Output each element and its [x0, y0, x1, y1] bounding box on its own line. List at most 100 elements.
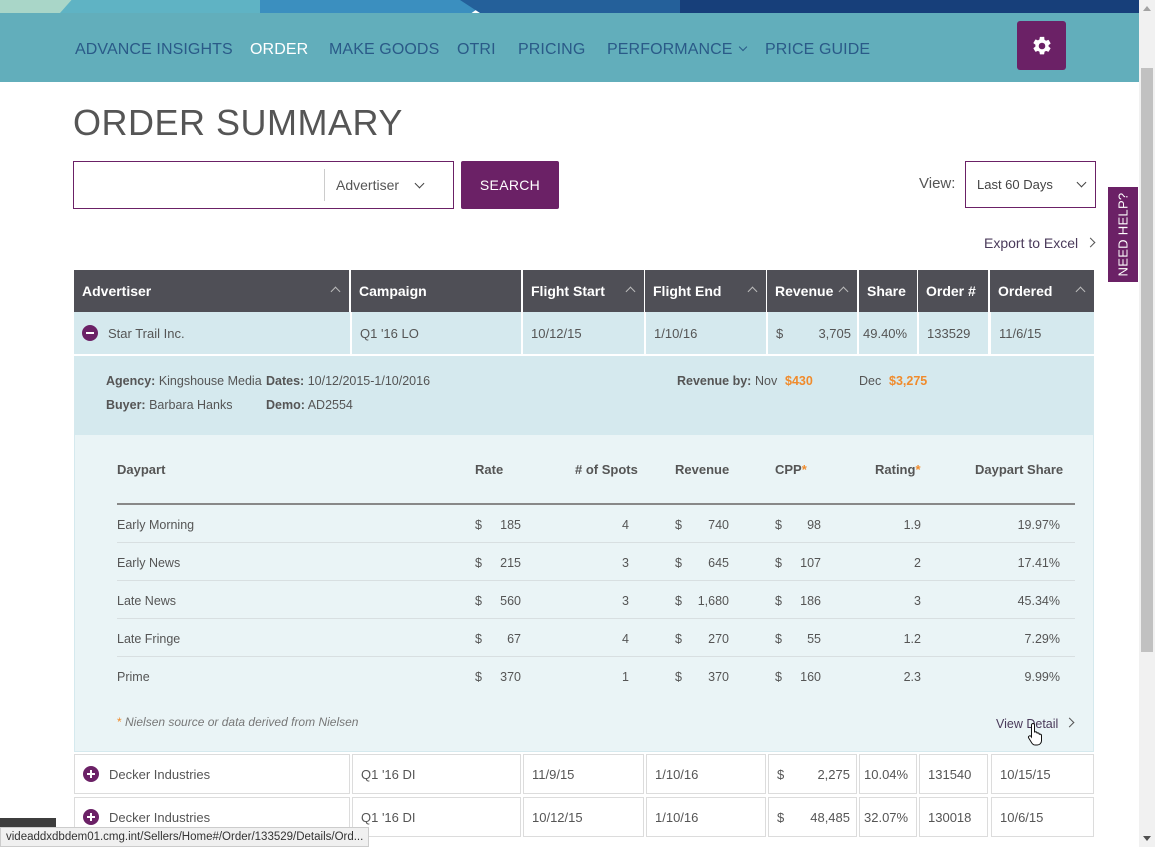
currency-symbol: $	[475, 518, 482, 532]
sort-icon	[838, 286, 849, 297]
daypart-name: Early News	[117, 556, 181, 570]
rev-month-dec: Dec	[859, 374, 882, 388]
chevron-down-icon	[1076, 177, 1087, 188]
agency-info: Agency: Kingshouse Media	[106, 374, 262, 388]
col-header-flight-end[interactable]: Flight End	[645, 270, 766, 312]
search-field-value: Advertiser	[336, 177, 400, 193]
daypart-rating: 1.2	[903, 632, 921, 646]
nav-performance[interactable]: PERFORMANCE	[607, 41, 747, 59]
daypart-revenue: 370	[708, 670, 729, 684]
dp-header-spots: # of Spots	[575, 462, 638, 477]
scroll-down-icon[interactable]	[1143, 836, 1151, 841]
rev-value-dec: $3,275	[889, 374, 928, 388]
revenue-by-label: Revenue by:	[677, 374, 752, 388]
need-help-label: NEED HELP?	[1115, 192, 1131, 277]
nav-order[interactable]: ORDER	[250, 41, 308, 59]
order-detail-summary	[74, 356, 1094, 435]
daypart-cpp: 160	[800, 670, 821, 684]
nav-otri[interactable]: OTRI	[457, 41, 496, 59]
daypart-revenue: 645	[708, 556, 729, 570]
currency-symbol: $	[775, 556, 782, 570]
top-color-stripe	[0, 0, 1139, 13]
cell-order-number: 133529	[919, 312, 988, 354]
collapse-icon[interactable]	[82, 325, 98, 341]
daypart-revenue: 270	[708, 632, 729, 646]
daypart-spots: 3	[622, 594, 629, 608]
expand-icon[interactable]	[83, 809, 99, 825]
advertiser-name: Star Trail Inc.	[108, 325, 185, 341]
col-header-label: Flight End	[653, 283, 722, 299]
currency-symbol: $	[475, 594, 482, 608]
export-label: Export to Excel	[984, 235, 1079, 251]
dates-info: Dates: 10/12/2015-1/10/2016	[266, 374, 431, 388]
currency-symbol: $	[777, 809, 785, 825]
rev-value-nov: $430	[785, 374, 813, 388]
col-header-advertiser[interactable]: Advertiser	[74, 270, 349, 312]
expand-icon[interactable]	[83, 766, 99, 782]
scroll-up-icon[interactable]	[1143, 6, 1151, 11]
dp-header-cpp: CPP*	[775, 462, 807, 477]
nav-price-guide[interactable]: PRICE GUIDE	[765, 41, 870, 59]
currency-symbol: $	[775, 594, 782, 608]
daypart-cpp: 186	[800, 594, 821, 608]
search-field-select[interactable]: Advertiser	[325, 162, 453, 208]
chevron-right-icon	[1085, 237, 1096, 248]
daypart-share: 17.41%	[1017, 556, 1060, 570]
col-header-label: Revenue	[775, 283, 834, 299]
col-header-share[interactable]: Share	[859, 270, 917, 312]
buyer-info: Buyer: Barbara Hanks	[106, 398, 233, 412]
col-header-flight-start[interactable]: Flight Start	[523, 270, 644, 312]
advertiser-name: Decker Industries	[109, 766, 211, 782]
col-header-campaign[interactable]: Campaign	[351, 270, 521, 312]
daypart-row: Prime $370 1 $370 $160 2.3 9.99%	[117, 657, 1075, 695]
nav-make-goods[interactable]: MAKE GOODS	[329, 41, 439, 59]
daypart-spots: 4	[622, 518, 629, 532]
currency-symbol: $	[675, 594, 682, 608]
export-to-excel-link[interactable]: Export to Excel	[984, 235, 1096, 251]
col-header-ordered[interactable]: Ordered	[990, 270, 1094, 312]
search-input[interactable]	[74, 162, 324, 208]
cell-flight-start: 10/12/15	[523, 797, 644, 837]
currency-symbol: $	[675, 518, 682, 532]
cell-revenue: $2,275	[768, 754, 857, 794]
col-header-revenue[interactable]: Revenue	[767, 270, 857, 312]
cell-revenue: $ 3,705	[768, 312, 857, 354]
cell-ordered: 11/6/15	[991, 312, 1094, 354]
dp-header-rate: Rate	[475, 462, 504, 477]
daypart-rate: 67	[507, 632, 521, 646]
nielsen-footnote: * Nielsen source or data derived from Ni…	[117, 715, 359, 729]
dp-header-revenue: Revenue	[675, 462, 730, 477]
settings-button[interactable]	[1017, 21, 1066, 70]
daypart-name: Late News	[117, 594, 177, 608]
daypart-rating: 3	[914, 594, 921, 608]
currency-symbol: $	[775, 632, 782, 646]
chevron-down-icon	[414, 178, 425, 189]
page-scrollbar[interactable]	[1139, 0, 1155, 847]
nav-pricing[interactable]: PRICING	[518, 41, 585, 59]
col-header-label: Share	[867, 283, 906, 299]
daypart-revenue: 1,680	[697, 594, 729, 608]
daypart-cpp: 107	[800, 556, 821, 570]
nav-advance-insights[interactable]: ADVANCE INSIGHTS	[75, 41, 233, 59]
daypart-share: 45.34%	[1017, 594, 1060, 608]
daypart-rate: 215	[500, 556, 521, 570]
col-header-label: Ordered	[998, 283, 1053, 299]
currency-symbol: $	[675, 670, 682, 684]
need-help-tab[interactable]: NEED HELP?	[1108, 187, 1138, 282]
rev-month-nov: Nov	[755, 374, 778, 388]
cell-order-number: 131540	[919, 754, 988, 794]
dp-header-rating: Rating*	[875, 462, 921, 477]
scroll-thumb[interactable]	[1141, 68, 1153, 652]
cell-campaign: Q1 '16 LO	[352, 312, 521, 354]
cell-ordered: 10/6/15	[991, 797, 1094, 837]
currency-symbol: $	[777, 766, 785, 782]
cell-flight-start: 10/12/15	[523, 312, 644, 354]
view-label: View:	[919, 175, 956, 192]
search-button[interactable]: SEARCH	[461, 161, 559, 209]
hand-cursor-icon	[1027, 722, 1042, 746]
view-select[interactable]: Last 60 Days	[965, 161, 1096, 208]
cell-revenue: $48,485	[768, 797, 857, 837]
demo-info: Demo: AD2554	[266, 398, 353, 412]
nav-performance-label: PERFORMANCE	[607, 41, 733, 58]
col-header-order-number[interactable]: Order #	[918, 270, 988, 312]
